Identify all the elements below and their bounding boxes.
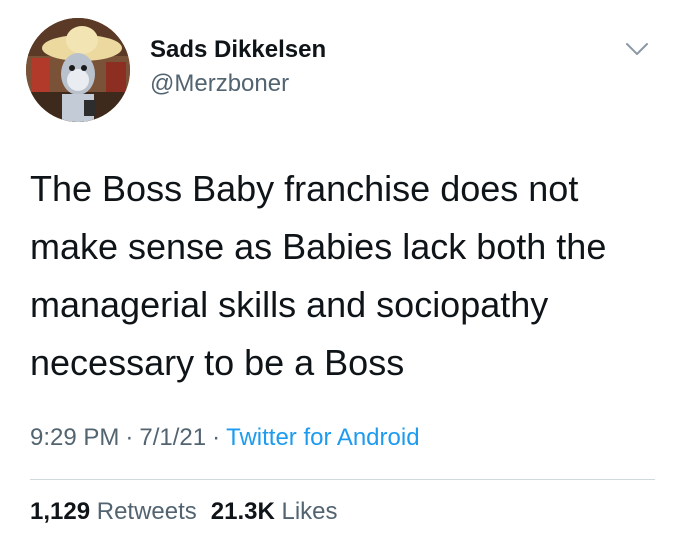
author-handle[interactable]: @Merzboner (150, 70, 289, 98)
tweet-metadata: 9:29 PM · 7/1/21 · Twitter for Android (30, 424, 420, 452)
separator-dot: · (125, 424, 134, 451)
likes-stat[interactable]: 21.3K Likes (211, 498, 338, 525)
author-display-name[interactable]: Sads Dikkelsen (150, 36, 326, 64)
chevron-down-icon[interactable] (622, 34, 652, 64)
tweet-date[interactable]: 7/1/21 (139, 424, 206, 451)
retweets-label: Retweets (96, 498, 197, 525)
separator-dot: · (212, 424, 221, 451)
avatar-image (26, 18, 130, 122)
retweets-count: 1,129 (30, 498, 91, 525)
divider (30, 479, 655, 480)
tweet-text: The Boss Baby franchise does not make se… (30, 168, 607, 383)
likes-count: 21.3K (210, 498, 275, 525)
tweet-card: Sads Dikkelsen @Merzboner The Boss Baby … (0, 0, 680, 544)
tweet-time[interactable]: 9:29 PM (30, 424, 119, 451)
likes-label: Likes (281, 498, 338, 525)
avatar[interactable] (26, 18, 130, 122)
retweets-stat[interactable]: 1,129 Retweets (30, 498, 197, 525)
engagement-stats: 1,129 Retweets 21.3K Likes (30, 498, 338, 526)
tweet-source-link[interactable]: Twitter for Android (226, 424, 419, 451)
